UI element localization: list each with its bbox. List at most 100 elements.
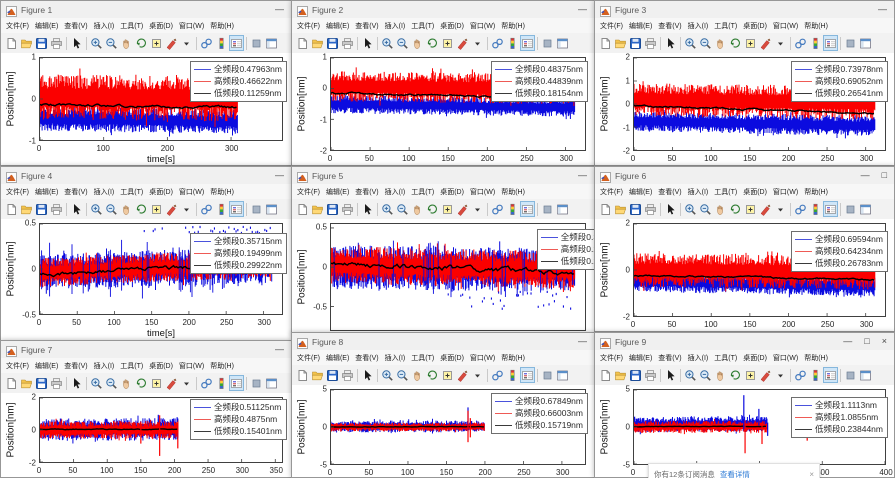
menu-edit[interactable]: 编辑(E) [626,21,655,31]
title-bar[interactable]: Figure 5 — [292,167,594,184]
insert-legend-icon[interactable] [229,35,244,51]
menu-insert[interactable]: 插入(I) [382,187,409,197]
open-file-icon[interactable] [19,201,34,217]
menu-desktop[interactable]: 桌面(D) [437,353,467,363]
menu-help[interactable]: 帮助(H) [801,187,831,197]
open-file-icon[interactable] [613,201,628,217]
zoom-in-icon[interactable] [683,201,698,217]
insert-legend-icon[interactable] [229,201,244,217]
menu-desktop[interactable]: 桌面(D) [146,21,176,31]
pan-icon[interactable] [713,367,728,383]
menu-help[interactable]: 帮助(H) [498,353,528,363]
menu-help[interactable]: 帮助(H) [801,353,831,363]
zoom-out-icon[interactable] [395,35,410,51]
close-button[interactable]: × [882,337,887,346]
data-cursor-icon[interactable] [743,201,758,217]
menu-desktop[interactable]: 桌面(D) [146,361,176,371]
menu-view[interactable]: 查看(V) [352,21,381,31]
data-cursor-icon[interactable] [149,35,164,51]
save-figure-icon[interactable] [34,35,49,51]
menu-help[interactable]: 帮助(H) [498,21,528,31]
pan-icon[interactable] [713,201,728,217]
menu-window[interactable]: 窗口(W) [770,353,801,363]
hide-plot-tools-icon[interactable] [540,367,555,383]
zoom-in-icon[interactable] [683,367,698,383]
menu-desktop[interactable]: 桌面(D) [740,353,770,363]
hide-plot-tools-icon[interactable] [843,35,858,51]
save-figure-icon[interactable] [628,367,643,383]
menu-desktop[interactable]: 桌面(D) [437,187,467,197]
insert-legend-icon[interactable] [229,375,244,391]
save-figure-icon[interactable] [325,367,340,383]
insert-legend-icon[interactable] [520,367,535,383]
menu-file[interactable]: 文件(F) [597,21,626,31]
zoom-out-icon[interactable] [104,201,119,217]
save-figure-icon[interactable] [34,375,49,391]
brush-menu-arrow-icon[interactable] [179,35,194,51]
pan-icon[interactable] [713,35,728,51]
data-cursor-icon[interactable] [440,35,455,51]
minimize-button[interactable]: — [578,5,587,14]
menu-insert[interactable]: 插入(I) [685,21,712,31]
menu-tools[interactable]: 工具(T) [711,353,740,363]
zoom-out-icon[interactable] [104,375,119,391]
data-cursor-icon[interactable] [743,367,758,383]
print-figure-icon[interactable] [340,201,355,217]
menu-tools[interactable]: 工具(T) [117,361,146,371]
figure-window-9[interactable]: Figure 9 —□× 文件(F)编辑(E)查看(V)插入(I)工具(T)桌面… [594,332,895,478]
menu-insert[interactable]: 插入(I) [91,21,118,31]
figure-window-8[interactable]: Figure 8 — 文件(F)编辑(E)查看(V)插入(I)工具(T)桌面(D… [291,332,595,478]
notification-popup[interactable]: 你有12条订阅消息 查看详情 × [648,463,820,478]
menu-view[interactable]: 查看(V) [61,187,90,197]
title-bar[interactable]: Figure 7 — [1,341,291,358]
data-cursor-icon[interactable] [149,375,164,391]
minimize-button[interactable]: — [878,5,887,14]
show-plot-tools-icon[interactable] [264,375,279,391]
rotate-3d-icon[interactable] [425,35,440,51]
legend-box[interactable]: 全频段0.73978nm高频段0.69052nm低频段0.26541nm [791,61,888,102]
rotate-3d-icon[interactable] [728,367,743,383]
minimize-button[interactable]: — [275,345,284,354]
rotate-3d-icon[interactable] [134,35,149,51]
edit-plot-cursor-icon[interactable] [69,201,84,217]
hide-plot-tools-icon[interactable] [249,375,264,391]
print-figure-icon[interactable] [49,201,64,217]
zoom-in-icon[interactable] [89,375,104,391]
menu-insert[interactable]: 插入(I) [382,353,409,363]
save-figure-icon[interactable] [34,201,49,217]
open-file-icon[interactable] [613,35,628,51]
link-plot-icon[interactable] [490,35,505,51]
brush-icon[interactable] [758,201,773,217]
link-plot-icon[interactable] [793,367,808,383]
figure-window-3[interactable]: Figure 3 — 文件(F)编辑(E)查看(V)插入(I)工具(T)桌面(D… [594,0,895,166]
menu-window[interactable]: 窗口(W) [176,21,207,31]
rotate-3d-icon[interactable] [728,201,743,217]
rotate-3d-icon[interactable] [134,375,149,391]
menu-file[interactable]: 文件(F) [3,361,32,371]
new-figure-icon[interactable] [598,201,613,217]
menu-tools[interactable]: 工具(T) [711,187,740,197]
menu-insert[interactable]: 插入(I) [685,187,712,197]
figure-window-1[interactable]: Figure 1 — 文件(F)编辑(E)查看(V)插入(I)工具(T)桌面(D… [0,0,292,166]
brush-icon[interactable] [455,367,470,383]
menu-edit[interactable]: 编辑(E) [323,187,352,197]
open-file-icon[interactable] [613,367,628,383]
edit-plot-cursor-icon[interactable] [360,35,375,51]
zoom-out-icon[interactable] [698,201,713,217]
link-plot-icon[interactable] [199,35,214,51]
maximize-button[interactable]: □ [882,171,887,180]
hide-plot-tools-icon[interactable] [540,35,555,51]
figure-window-5[interactable]: Figure 5 — 文件(F)编辑(E)查看(V)插入(I)工具(T)桌面(D… [291,166,595,336]
menu-window[interactable]: 窗口(W) [770,187,801,197]
pan-icon[interactable] [410,367,425,383]
edit-plot-cursor-icon[interactable] [663,35,678,51]
zoom-in-icon[interactable] [380,201,395,217]
menu-window[interactable]: 窗口(W) [176,361,207,371]
data-cursor-icon[interactable] [149,201,164,217]
insert-legend-icon[interactable] [823,367,838,383]
show-plot-tools-icon[interactable] [264,35,279,51]
pan-icon[interactable] [119,35,134,51]
menu-edit[interactable]: 编辑(E) [323,21,352,31]
brush-menu-arrow-icon[interactable] [773,35,788,51]
link-plot-icon[interactable] [793,201,808,217]
